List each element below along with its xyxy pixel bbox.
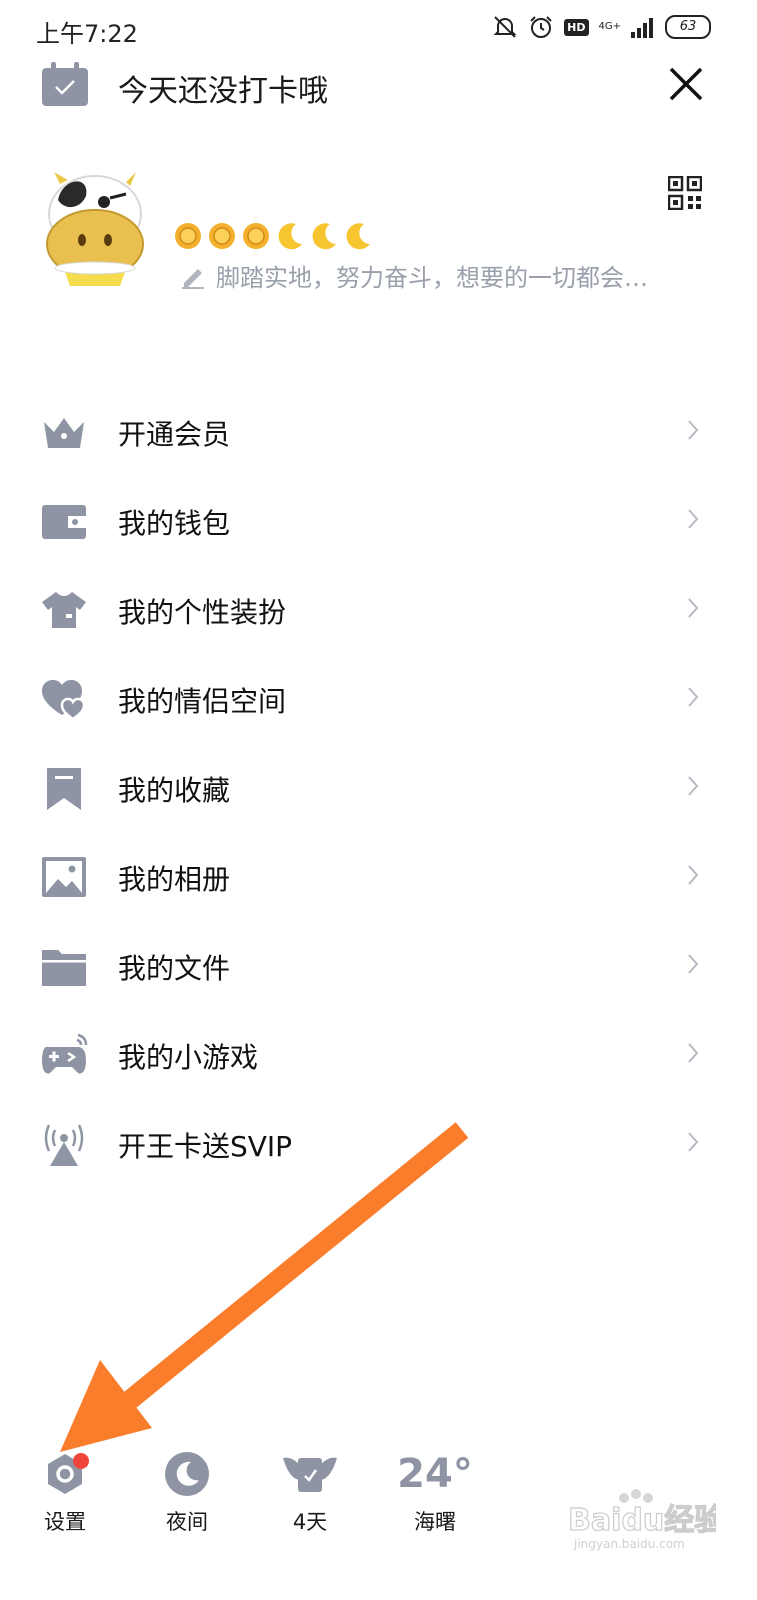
crown-icon: [44, 418, 84, 448]
menu-item-label: 我的收藏: [118, 773, 231, 807]
chevron-right-icon: [688, 776, 699, 796]
streak-label: 4天: [292, 1510, 328, 1534]
close-button[interactable]: [666, 64, 706, 104]
settings-button[interactable]: 设置: [20, 1450, 110, 1536]
menu-item-themes[interactable]: 我的个性装扮: [0, 566, 757, 655]
moon-level-icon: [312, 223, 336, 250]
shirt-icon: [42, 592, 86, 628]
moon-level-icon: [346, 223, 370, 250]
temperature-value: 24°: [397, 1451, 473, 1497]
level-badges[interactable]: [172, 220, 374, 252]
chevron-right-icon: [688, 687, 699, 707]
edit-pencil-icon: [182, 268, 204, 289]
chevron-right-icon: [688, 1043, 699, 1063]
menu-item-label: 我的个性装扮: [118, 595, 287, 629]
notification-dot: [72, 1452, 90, 1474]
menu-item-label: 我的小游戏: [118, 1040, 259, 1074]
mute-bell-icon: [493, 16, 517, 38]
sun-level-icon: [175, 223, 201, 249]
battery-indicator: 63: [665, 15, 711, 39]
avatar[interactable]: [40, 170, 150, 290]
photo-icon: [42, 857, 86, 897]
chevron-right-icon: [688, 509, 699, 529]
menu-item-king-card[interactable]: 开王卡送SVIP: [0, 1100, 757, 1189]
menu-item-label: 我的文件: [118, 951, 231, 985]
menu-item-files[interactable]: 我的文件: [0, 922, 757, 1011]
sun-level-icon: [243, 223, 269, 249]
menu-item-favorites[interactable]: 我的收藏: [0, 744, 757, 833]
sun-level-icon: [209, 223, 235, 249]
moon-level-icon: [278, 223, 302, 250]
wallet-icon: [42, 505, 86, 539]
watermark-url: jingyan.baidu.com: [573, 1537, 685, 1551]
settings-label: 设置: [44, 1510, 86, 1534]
chevron-right-icon: [688, 598, 699, 618]
bookmark-icon: [47, 768, 81, 810]
watermark-text: Baidu经验: [568, 1503, 716, 1538]
close-icon: [669, 67, 703, 101]
status-time: 上午7:22: [36, 20, 138, 48]
night-mode-label: 夜间: [166, 1510, 208, 1534]
signature-line[interactable]: 脚踏实地，努力奋斗，想要的一切都会…: [180, 258, 700, 293]
signal-icon: [631, 18, 653, 38]
network-label: 4G+: [598, 21, 622, 32]
chevron-right-icon: [688, 865, 699, 885]
hd-badge: HD: [564, 18, 589, 36]
signal-tower-icon: [44, 1124, 84, 1166]
signature-text: 脚踏实地，努力奋斗，想要的一切都会…: [216, 264, 648, 292]
moon-icon: [165, 1452, 209, 1496]
status-icons: HD 4G+ 63: [492, 14, 711, 40]
menu-list: 开通会员 我的钱包 我的个性装扮 我的情侣空间 我的收藏 我的相册 我的文件 我…: [0, 388, 757, 1189]
calendar-check-icon[interactable]: [42, 62, 88, 110]
menu-item-vip[interactable]: 开通会员: [0, 388, 757, 477]
menu-item-label: 开王卡送SVIP: [118, 1129, 293, 1163]
checkin-prompt[interactable]: 今天还没打卡哦: [118, 66, 328, 110]
gamepad-icon: [42, 1033, 88, 1074]
folder-icon: [42, 950, 86, 986]
hearts-icon: [42, 680, 86, 721]
menu-item-label: 我的相册: [118, 862, 231, 896]
checkin-streak-button[interactable]: 4天: [265, 1450, 355, 1536]
alarm-icon: [530, 16, 552, 38]
baidu-jingyan-watermark: Baidu经验 jingyan.baidu.com: [567, 1489, 716, 1551]
city-label: 海曙: [414, 1510, 456, 1534]
menu-item-label: 我的情侣空间: [118, 684, 287, 718]
chevron-right-icon: [688, 420, 699, 440]
menu-item-album[interactable]: 我的相册: [0, 833, 757, 922]
menu-item-couple-space[interactable]: 我的情侣空间: [0, 655, 757, 744]
menu-item-label: 开通会员: [118, 417, 231, 451]
menu-item-wallet[interactable]: 我的钱包: [0, 477, 757, 566]
winged-badge-icon: [283, 1457, 337, 1492]
menu-item-mini-games[interactable]: 我的小游戏: [0, 1011, 757, 1100]
qr-code-icon[interactable]: [667, 175, 703, 211]
menu-item-label: 我的钱包: [118, 506, 231, 540]
night-mode-button[interactable]: 夜间: [142, 1450, 232, 1536]
chevron-right-icon: [688, 1132, 699, 1152]
chevron-right-icon: [688, 954, 699, 974]
weather-button[interactable]: 24° 海曙: [390, 1450, 480, 1536]
